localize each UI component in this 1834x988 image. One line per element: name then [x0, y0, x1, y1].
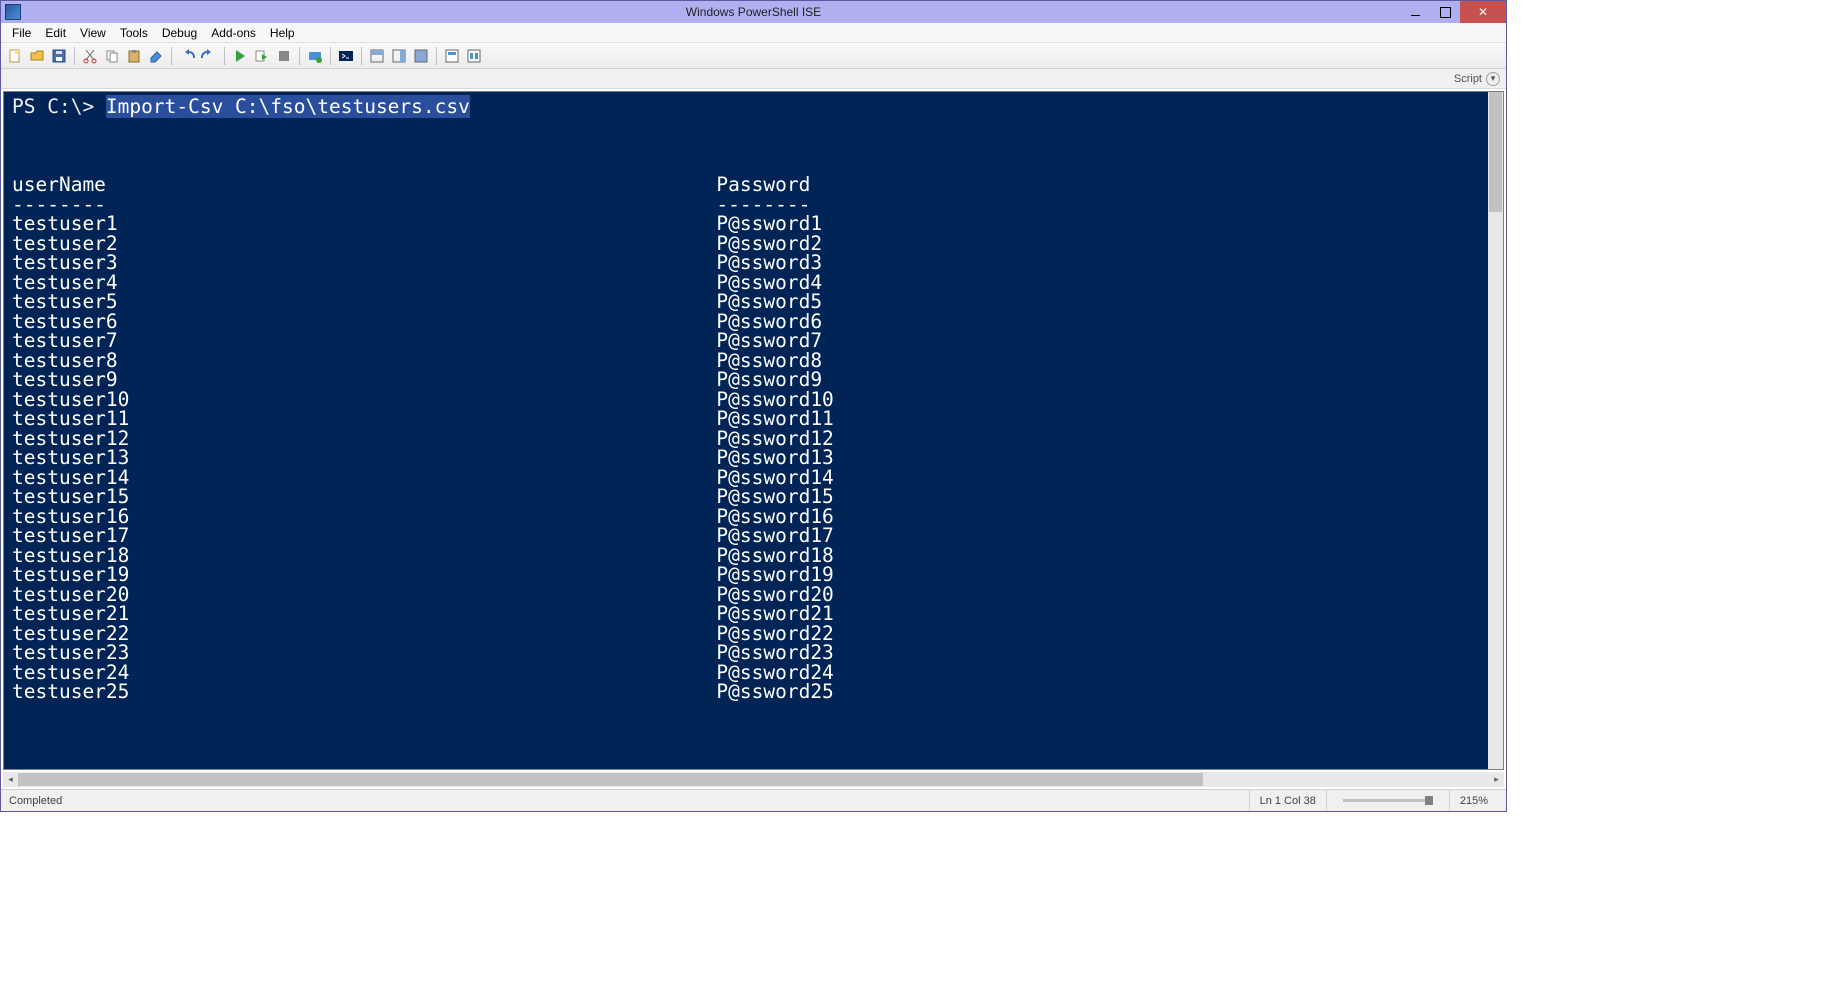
- zoom-slider[interactable]: [1343, 799, 1433, 802]
- zoom-control[interactable]: [1326, 790, 1449, 811]
- menu-file[interactable]: File: [5, 24, 38, 42]
- open-icon[interactable]: [27, 46, 47, 66]
- new-icon[interactable]: [5, 46, 25, 66]
- scrollbar-thumb[interactable]: [1489, 92, 1502, 212]
- app-window: Windows PowerShell ISE FileEditViewTools…: [0, 0, 1507, 812]
- scroll-right-arrow-icon[interactable]: ▸: [1489, 772, 1504, 787]
- copy-icon[interactable]: [102, 46, 122, 66]
- pane-top-icon[interactable]: [367, 46, 387, 66]
- toolbar-separator: [299, 47, 300, 65]
- minimize-button[interactable]: [1400, 1, 1430, 23]
- console-output[interactable]: userName Password -------- -------- test…: [12, 156, 1495, 702]
- scroll-left-arrow-icon[interactable]: ◂: [3, 772, 18, 787]
- console-container: PS C:\> Import-Csv C:\fso\testusers.csv …: [1, 89, 1506, 789]
- status-text: Completed: [9, 795, 62, 807]
- clear-icon[interactable]: [146, 46, 166, 66]
- pane-right-icon[interactable]: [389, 46, 409, 66]
- window-title: Windows PowerShell ISE: [1, 5, 1506, 19]
- menu-tools[interactable]: Tools: [113, 24, 155, 42]
- script-pane-header[interactable]: Script ▾: [1, 69, 1506, 89]
- paste-icon[interactable]: [124, 46, 144, 66]
- toolbar: [1, 43, 1506, 69]
- scrollbar-thumb[interactable]: [3, 773, 1203, 786]
- toolbar-separator: [224, 47, 225, 65]
- zoom-level: 215%: [1449, 790, 1498, 811]
- console-pane[interactable]: PS C:\> Import-Csv C:\fso\testusers.csv …: [3, 91, 1504, 770]
- menu-help[interactable]: Help: [263, 24, 302, 42]
- powershell-icon[interactable]: [336, 46, 356, 66]
- redo-icon[interactable]: [199, 46, 219, 66]
- titlebar: Windows PowerShell ISE: [1, 1, 1506, 23]
- chevron-down-icon[interactable]: ▾: [1486, 72, 1500, 86]
- save-icon[interactable]: [49, 46, 69, 66]
- run-selection-icon[interactable]: [252, 46, 272, 66]
- cut-icon[interactable]: [80, 46, 100, 66]
- toolbar-separator: [330, 47, 331, 65]
- window-controls: [1400, 1, 1506, 23]
- powershell-app-icon: [5, 4, 21, 20]
- pane-max-icon[interactable]: [411, 46, 431, 66]
- console-command-selected[interactable]: Import-Csv C:\fso\testusers.csv: [106, 95, 470, 118]
- script-pane-label: Script: [1454, 73, 1482, 85]
- menu-addons[interactable]: Add-ons: [204, 24, 263, 42]
- remote-icon[interactable]: [305, 46, 325, 66]
- run-icon[interactable]: [230, 46, 250, 66]
- menu-edit[interactable]: Edit: [38, 24, 73, 42]
- menu-view[interactable]: View: [73, 24, 113, 42]
- close-button[interactable]: [1460, 1, 1506, 23]
- vertical-scrollbar[interactable]: [1488, 92, 1503, 769]
- menubar: FileEditViewToolsDebugAdd-onsHelp: [1, 23, 1506, 43]
- horizontal-scrollbar[interactable]: ◂ ▸: [3, 772, 1504, 787]
- console-prompt: PS C:\>: [12, 95, 106, 118]
- toolbar-separator: [171, 47, 172, 65]
- menu-debug[interactable]: Debug: [155, 24, 204, 42]
- cursor-position: Ln 1 Col 38: [1249, 790, 1326, 811]
- toolbar-separator: [361, 47, 362, 65]
- statusbar: Completed Ln 1 Col 38 215%: [1, 789, 1506, 811]
- toolbar-separator: [74, 47, 75, 65]
- options-icon[interactable]: [464, 46, 484, 66]
- undo-icon[interactable]: [177, 46, 197, 66]
- stop-icon[interactable]: [274, 46, 294, 66]
- zoom-knob[interactable]: [1425, 796, 1433, 805]
- command-addon-icon[interactable]: [442, 46, 462, 66]
- toolbar-separator: [436, 47, 437, 65]
- maximize-button[interactable]: [1430, 1, 1460, 23]
